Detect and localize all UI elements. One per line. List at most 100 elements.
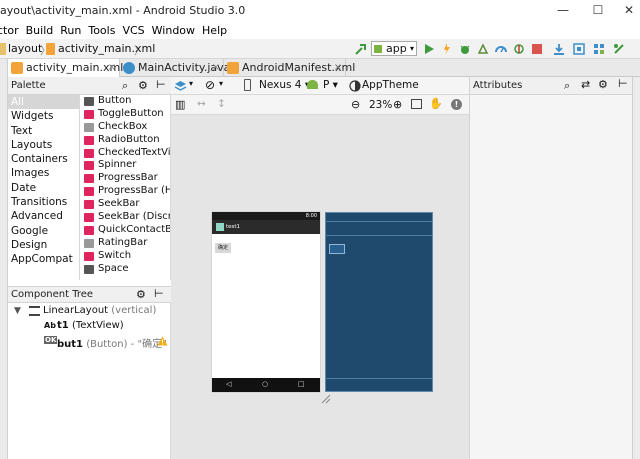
zoom-out-icon[interactable]: ⊖ <box>351 98 360 111</box>
palette-toggle-icon[interactable]: ▥ <box>175 98 185 111</box>
menu-refactor[interactable]: ctor <box>0 22 26 39</box>
avd-manager-icon[interactable] <box>572 42 586 56</box>
palette-category-transitions[interactable]: Transitions <box>8 195 79 209</box>
switch-icon <box>84 251 94 261</box>
palette-item-label: Button <box>98 95 132 106</box>
palette-category-images[interactable]: Images <box>8 166 79 180</box>
blueprint-statusbar-line <box>326 221 432 222</box>
palette-item[interactable]: CheckBox <box>81 121 170 134</box>
resize-handle-icon[interactable] <box>320 394 332 404</box>
manifest-file-icon <box>227 62 239 74</box>
hide-panel-icon[interactable]: ⊢ <box>154 287 164 300</box>
blueprint-button-but1[interactable] <box>329 244 345 254</box>
swap-view-icon[interactable]: ⇄ <box>581 78 590 91</box>
tab-android-manifest[interactable]: AndroidManifest.xml × <box>224 59 355 77</box>
search-icon[interactable]: ⌕ <box>564 79 570 93</box>
palette-item[interactable]: QuickContactB <box>81 224 170 237</box>
hide-panel-icon[interactable]: ⊢ <box>156 78 166 91</box>
palette-category-widgets[interactable]: Widgets <box>8 109 79 123</box>
palette-category-date[interactable]: Date <box>8 181 79 195</box>
tree-node-name: LinearLayout <box>43 305 109 316</box>
minimize-button[interactable]: — <box>554 3 572 19</box>
palette-category-appcompat[interactable]: AppCompat <box>8 252 79 266</box>
debug-icon[interactable] <box>458 42 472 56</box>
menu-build[interactable]: Build <box>26 22 61 39</box>
project-structure-icon[interactable] <box>592 42 606 56</box>
search-icon[interactable]: ⌕ <box>122 79 128 93</box>
palette-categories: All Widgets Text Layouts Containers Imag… <box>8 95 80 280</box>
palette-item[interactable]: Button <box>81 95 170 108</box>
make-project-icon[interactable] <box>354 42 368 56</box>
palette-item-label: Spinner <box>98 159 137 171</box>
palette-item[interactable]: RadioButton <box>81 134 170 147</box>
gear-icon[interactable]: ⚙ <box>138 79 148 92</box>
close-tab-icon[interactable]: × <box>108 59 116 76</box>
design-surface-icon[interactable] <box>174 80 187 92</box>
progress-icon <box>84 174 94 184</box>
profile-icon[interactable] <box>494 42 508 56</box>
breadcrumb-folder[interactable]: layout <box>8 42 42 55</box>
pan-hand-icon[interactable]: ✋ <box>429 97 443 110</box>
menu-bar: ctor Build Run Tools VCS Window Help <box>0 22 640 39</box>
menu-run[interactable]: Run <box>60 22 88 39</box>
close-button[interactable]: ✕ <box>620 3 638 19</box>
tree-node-but1[interactable]: but1 (Button) - "确定" <box>57 335 167 350</box>
issues-icon[interactable]: ! <box>451 99 462 110</box>
blueprint-preview[interactable] <box>325 212 433 392</box>
close-tab-icon[interactable]: × <box>212 59 220 76</box>
menu-vcs[interactable]: VCS <box>122 22 151 39</box>
gear-icon[interactable]: ⚙ <box>136 288 146 301</box>
device-selector[interactable]: Nexus 4 ▾ <box>259 79 310 91</box>
palette-item[interactable]: SeekBar (Discre <box>81 211 170 224</box>
maximize-button[interactable]: ☐ <box>589 3 607 19</box>
tree-node-linearlayout[interactable]: LinearLayout (vertical) <box>43 305 156 316</box>
palette-item[interactable]: CheckedTextVi <box>81 147 170 160</box>
palette-category-text[interactable]: Text <box>8 124 79 138</box>
tab-main-activity[interactable]: MainActivity.java × <box>120 59 230 77</box>
palette-category-design[interactable]: Design <box>8 238 79 252</box>
theme-selector[interactable]: AppTheme <box>362 79 419 91</box>
palette-item[interactable]: Spinner <box>81 159 170 172</box>
palette-category-containers[interactable]: Containers <box>8 152 79 166</box>
palette-item[interactable]: ToggleButton <box>81 108 170 121</box>
palette-category-all[interactable]: All <box>8 95 79 110</box>
apply-changes-icon[interactable] <box>440 42 454 56</box>
warning-icon[interactable] <box>157 336 168 346</box>
palette-item[interactable]: RatingBar <box>81 237 170 250</box>
palette-category-google[interactable]: Google <box>8 224 79 238</box>
palette-items: Button ToggleButton CheckBox RadioButton Che… <box>81 95 171 280</box>
preview-button-but1[interactable]: 确定 <box>215 243 231 253</box>
palette-item[interactable]: SeekBar <box>81 198 170 211</box>
close-tab-icon[interactable]: × <box>334 59 342 76</box>
menu-tools[interactable]: Tools <box>88 22 122 39</box>
palette-item[interactable]: ProgressBar (H <box>81 185 170 198</box>
palette-item[interactable]: ProgressBar <box>81 172 170 185</box>
expand-vertical-icon[interactable]: ↕ <box>217 98 226 110</box>
palette-item[interactable]: Switch <box>81 250 170 263</box>
design-preview[interactable]: 8:00 test1 确定 ◁ ○ □ <box>212 212 320 392</box>
attach-debugger-icon[interactable] <box>512 42 526 56</box>
attributes-title: Attributes <box>473 80 523 91</box>
window-title: ayout\activity_main.xml - Android Studio… <box>0 4 246 17</box>
zoom-in-icon[interactable]: ⊕ <box>393 98 402 111</box>
palette-category-layouts[interactable]: Layouts <box>8 138 79 152</box>
gear-icon[interactable]: ⚙ <box>598 78 608 91</box>
zoom-to-fit-icon[interactable] <box>411 99 422 109</box>
tab-activity-main[interactable]: activity_main.xml × <box>8 59 123 77</box>
expand-arrow-icon[interactable]: ▼ <box>14 306 21 316</box>
orientation-icon[interactable]: ⊘ <box>205 78 215 92</box>
hide-panel-icon[interactable]: ⊢ <box>618 77 628 90</box>
stop-icon[interactable] <box>530 42 544 56</box>
expand-horizontal-icon[interactable]: ↔ <box>197 98 206 110</box>
palette-category-advanced[interactable]: Advanced <box>8 209 79 223</box>
menu-help[interactable]: Help <box>202 22 234 39</box>
palette-item[interactable]: Space <box>81 263 170 276</box>
tree-node-t1[interactable]: t1 (TextView) <box>57 320 124 331</box>
coverage-icon[interactable] <box>476 42 490 56</box>
api-selector[interactable]: P ▾ <box>323 79 338 91</box>
run-config-dropdown[interactable]: app ▾ <box>371 41 417 56</box>
menu-window[interactable]: Window <box>152 22 202 39</box>
run-icon[interactable] <box>422 42 436 56</box>
sdk-manager-icon[interactable] <box>612 42 626 56</box>
sync-gradle-icon[interactable] <box>552 42 566 56</box>
